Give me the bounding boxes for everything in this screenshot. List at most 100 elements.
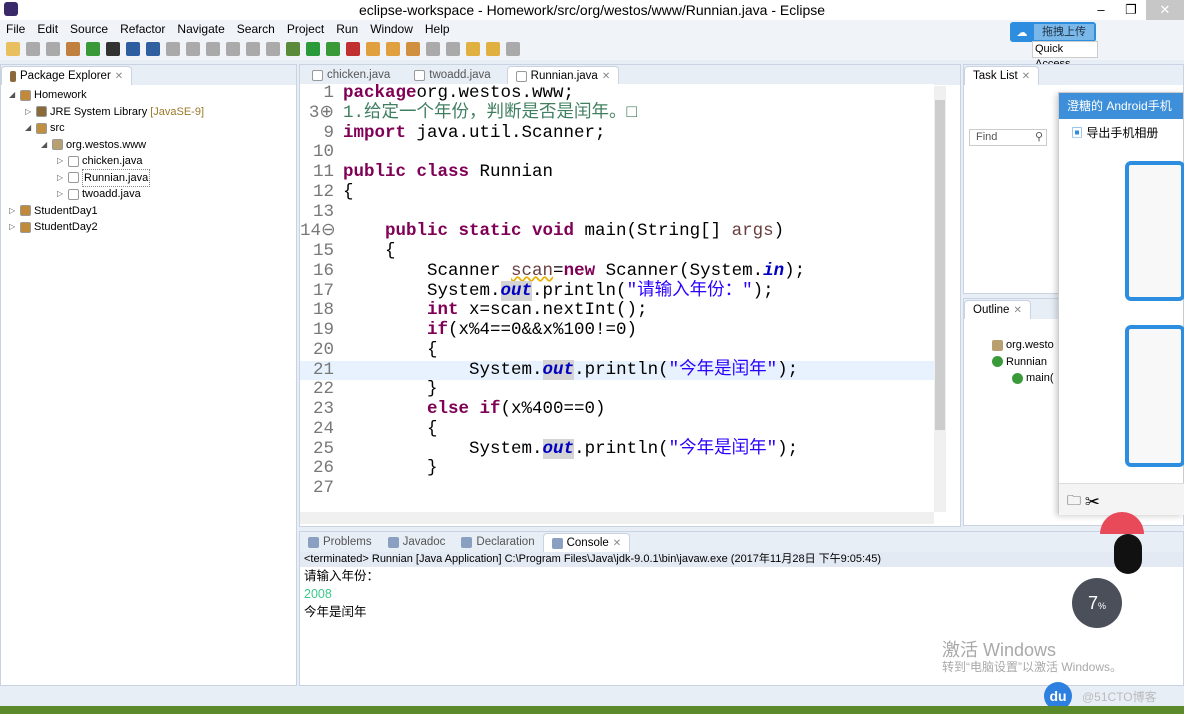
code-line[interactable]: 21 System.out.println("今年是闰年");	[300, 359, 934, 381]
toolbar-button-icon[interactable]	[26, 42, 40, 56]
code-line[interactable]: 17 System.out.println("请输入年份：");	[300, 280, 934, 302]
close-button[interactable]: ✕	[1146, 0, 1184, 20]
toolbar-button-icon[interactable]	[226, 42, 240, 56]
editor-tab[interactable]: Runnian.java ✕	[506, 66, 620, 85]
tab-declaration[interactable]: Declaration	[453, 533, 542, 552]
code-line[interactable]: 24 {	[300, 419, 934, 440]
console-output[interactable]: 请输入年份： 2008 今年是闰年	[300, 567, 1183, 621]
code-line[interactable]: 20 {	[300, 340, 934, 361]
code-line[interactable]: 13	[300, 202, 934, 223]
minimize-button[interactable]: –	[1086, 0, 1116, 20]
collapsed-icon[interactable]: ▷	[57, 170, 65, 187]
scissors-icon[interactable]: ✂	[1085, 492, 1100, 508]
code-line[interactable]: 18 int x=scan.nextInt();	[300, 300, 934, 321]
code-line[interactable]: 25 System.out.println("今年是闰年");	[300, 438, 934, 460]
tab-problems[interactable]: Problems	[300, 533, 380, 552]
upload-badge[interactable]: ☁ 拖拽上传	[1010, 22, 1096, 42]
code-editor[interactable]: 1 packageorg.westos.www; 3⊕ 1.给定一个年份，判断是否是闰…	[300, 84, 934, 512]
toolbar-button-icon[interactable]	[246, 42, 260, 56]
menu-file[interactable]: File	[0, 20, 31, 38]
menu-navigate[interactable]: Navigate	[171, 20, 230, 38]
toolbar-button-icon[interactable]	[86, 42, 100, 56]
toolbar-button-icon[interactable]	[146, 42, 160, 56]
find-input[interactable]: Find ⚲	[969, 129, 1047, 146]
menu-project[interactable]: Project	[281, 20, 330, 38]
code-line[interactable]: 9 import java.util.Scanner;	[300, 123, 934, 144]
menu-refactor[interactable]: Refactor	[114, 20, 171, 38]
toolbar-button-icon[interactable]	[446, 42, 460, 56]
collapsed-icon[interactable]: ▷	[57, 186, 65, 203]
editor-tab[interactable]: twoadd.java	[406, 66, 498, 85]
collapsed-icon[interactable]: ▷	[57, 153, 65, 170]
menu-source[interactable]: Source	[64, 20, 114, 38]
code-line[interactable]: 11 public class Runnian	[300, 162, 934, 183]
tree-item[interactable]: ◢ org.westos.www	[1, 137, 296, 154]
toolbar-button-icon[interactable]	[6, 42, 20, 56]
close-icon[interactable]: ✕	[1022, 67, 1030, 86]
code-line[interactable]: 16 Scanner scan=new Scanner(System.in);	[300, 261, 934, 282]
tree-item[interactable]: ▷ StudentDay1	[1, 203, 296, 220]
toolbar-button-icon[interactable]	[426, 42, 440, 56]
toolbar-button-icon[interactable]	[346, 42, 360, 56]
toolbar-button-icon[interactable]	[506, 42, 520, 56]
tab-outline[interactable]: Outline ✕	[964, 300, 1031, 319]
code-line[interactable]: 3⊕ 1.给定一个年份，判断是否是闰年。□	[300, 103, 934, 124]
toolbar-button-icon[interactable]	[286, 42, 300, 56]
close-icon[interactable]: ✕	[1013, 301, 1021, 320]
tree-item[interactable]: ▷ chicken.java	[1, 153, 296, 170]
tab-javadoc[interactable]: Javadoc	[380, 533, 454, 552]
tree-item[interactable]: ◢ src	[1, 120, 296, 137]
collapsed-icon[interactable]: ▷	[25, 104, 33, 121]
restore-button[interactable]: ❐	[1116, 0, 1146, 20]
toolbar-button-icon[interactable]	[186, 42, 200, 56]
toolbar-button-icon[interactable]	[126, 42, 140, 56]
progress-ball[interactable]: 7%	[1072, 578, 1122, 628]
expanded-icon[interactable]: ◢	[9, 87, 17, 104]
toolbar-button-icon[interactable]	[46, 42, 60, 56]
code-line[interactable]: 22 }	[300, 379, 934, 400]
toolbar-button-icon[interactable]	[206, 42, 220, 56]
code-line[interactable]: 19 if(x%4==0&&x%100!=0)	[300, 320, 934, 341]
code-line[interactable]: 1 packageorg.westos.www;	[300, 84, 934, 104]
tree-item[interactable]: ◢ Homework	[1, 87, 296, 104]
close-icon[interactable]: ✕	[115, 67, 123, 86]
toolbar-button-icon[interactable]	[266, 42, 280, 56]
code-line[interactable]: 26 }	[300, 458, 934, 479]
menu-edit[interactable]: Edit	[31, 20, 64, 38]
horizontal-scrollbar[interactable]	[300, 512, 934, 524]
toolbar-button-icon[interactable]	[66, 42, 80, 56]
code-line[interactable]: 12 {	[300, 182, 934, 203]
vertical-scrollbar[interactable]	[934, 86, 946, 512]
code-line[interactable]: 15 {	[300, 241, 934, 262]
code-line[interactable]: 23 else if(x%400==0)	[300, 399, 934, 420]
close-icon[interactable]: ✕	[613, 534, 621, 553]
toolbar-button-icon[interactable]	[406, 42, 420, 56]
toolbar-button-icon[interactable]	[366, 42, 380, 56]
tree-item[interactable]: ▷ JRE System Library [JavaSE-9]	[1, 104, 296, 121]
penguin-mascot-icon[interactable]	[1100, 512, 1152, 582]
tab-package-explorer[interactable]: Package Explorer ✕	[1, 66, 133, 86]
collapsed-icon[interactable]: ▷	[9, 219, 17, 236]
toolbar-button-icon[interactable]	[106, 42, 120, 56]
toolbar-button-icon[interactable]	[166, 42, 180, 56]
toolbar-button-icon[interactable]	[306, 42, 320, 56]
photo-thumbnail[interactable]	[1125, 325, 1184, 467]
code-line[interactable]: 14⊖ public static void main(String[] arg…	[300, 221, 934, 242]
tree-item[interactable]: ▷ Runnian.java	[1, 168, 296, 187]
menu-search[interactable]: Search	[231, 20, 281, 38]
tab-task-list[interactable]: Task List ✕	[964, 66, 1040, 86]
tab-console[interactable]: Console ✕	[542, 533, 631, 553]
toolbar-button-icon[interactable]	[466, 42, 480, 56]
collapsed-icon[interactable]: ▷	[9, 203, 17, 220]
expanded-icon[interactable]: ◢	[25, 120, 33, 137]
menu-run[interactable]: Run	[330, 20, 364, 38]
toolbar-button-icon[interactable]	[486, 42, 500, 56]
code-line[interactable]: 27	[300, 478, 934, 499]
toolbar-button-icon[interactable]	[386, 42, 400, 56]
code-line[interactable]: 10	[300, 142, 934, 163]
quick-access-field[interactable]: Quick Access	[1032, 41, 1098, 70]
editor-tab[interactable]: chicken.java	[304, 66, 398, 85]
export-album-button[interactable]: ▣ 导出手机相册	[1059, 119, 1183, 147]
tree-item[interactable]: ▷ StudentDay2	[1, 219, 296, 236]
expanded-icon[interactable]: ◢	[41, 137, 49, 154]
